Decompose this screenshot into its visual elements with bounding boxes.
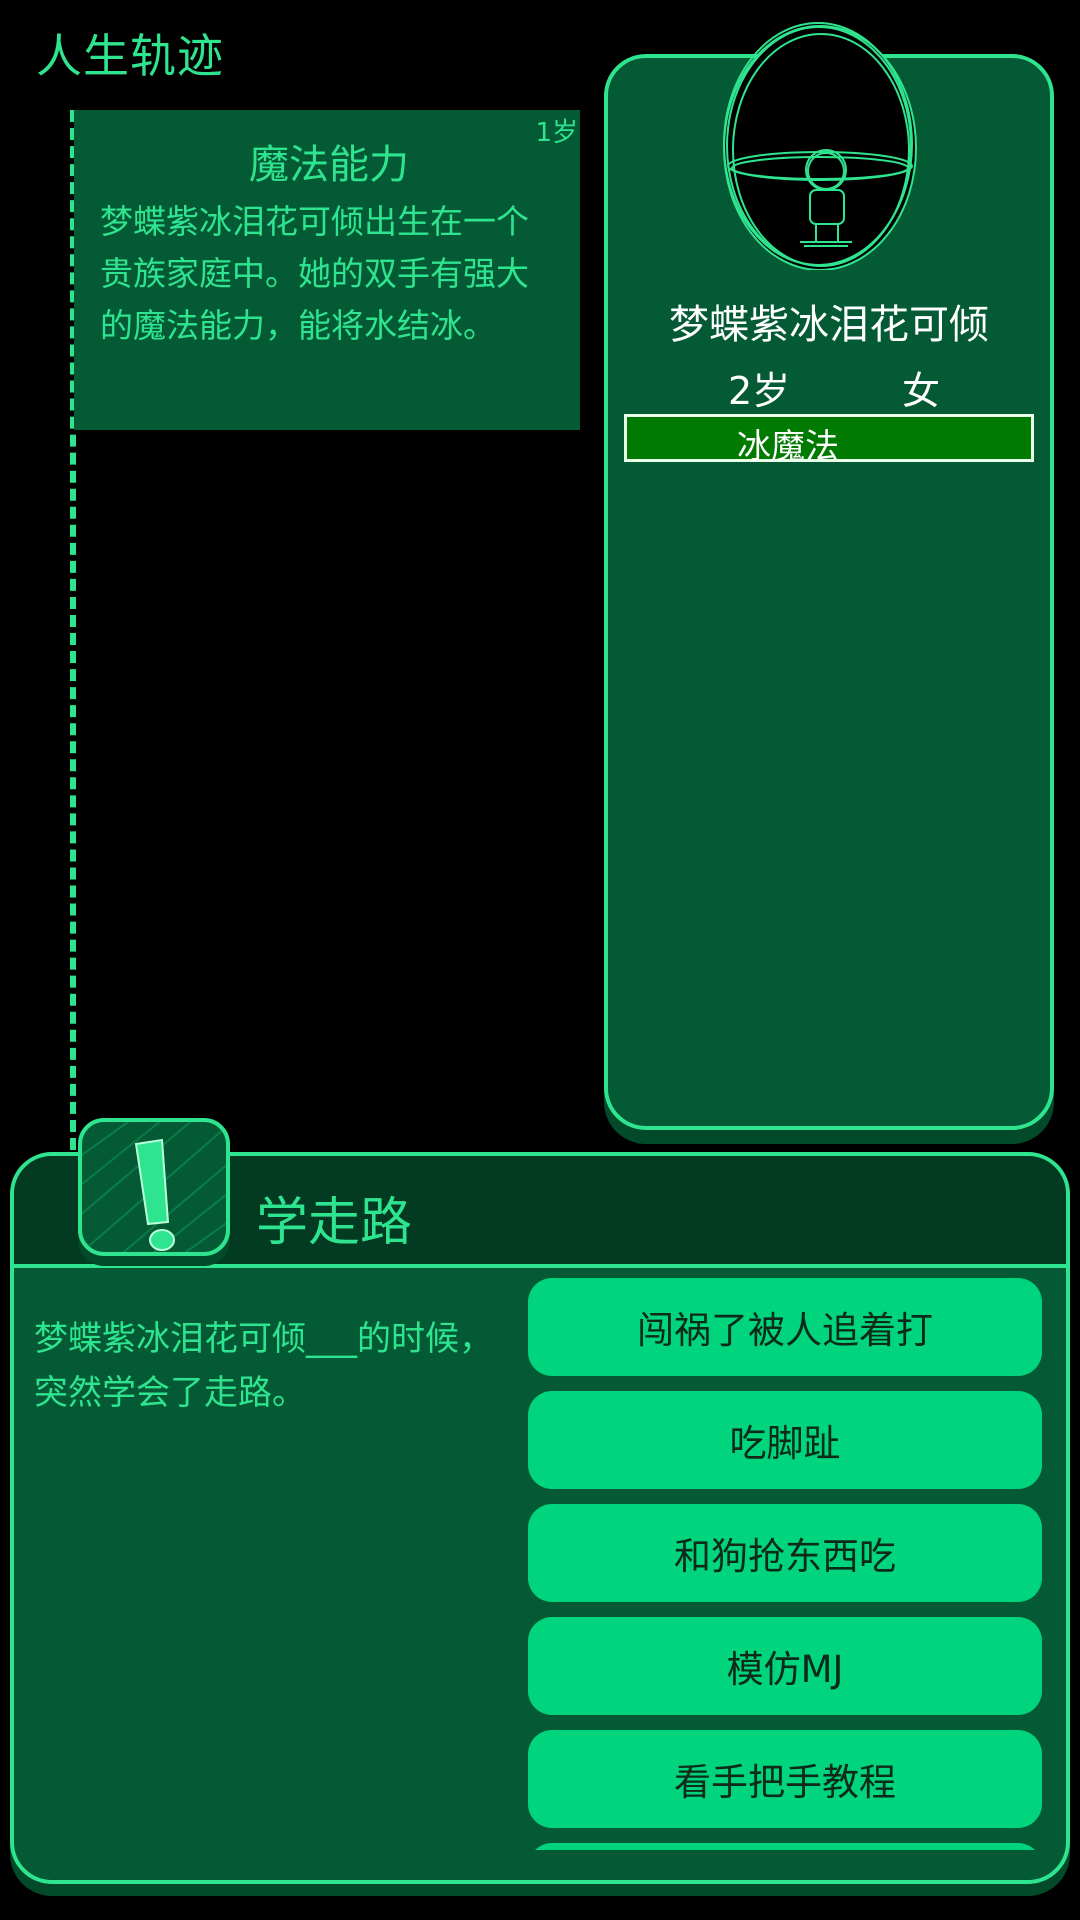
character-age: 2岁 (728, 369, 791, 413)
character-name: 梦蝶紫冰泪花可倾 (669, 302, 989, 348)
event-name: 学走路 (256, 1193, 413, 1253)
choice-button[interactable]: 看手把手教程 (528, 1730, 1042, 1828)
choice-button[interactable]: 吃脚趾 (528, 1391, 1042, 1489)
choice-button[interactable]: 模仿MJ (528, 1617, 1042, 1715)
choice-button-partial[interactable] (528, 1843, 1042, 1850)
event-age: 1岁 (535, 118, 578, 148)
trait-label: 冰魔法 (737, 427, 839, 467)
choice-list[interactable]: 闯祸了被人追着打 吃脚趾 和狗抢东西吃 模仿MJ 看手把手教程 (528, 1278, 1042, 1850)
character-egg-avatar-icon[interactable] (720, 10, 920, 270)
exclamation-icon (78, 1118, 230, 1256)
character-gender: 女 (902, 369, 941, 413)
choice-button[interactable]: 闯祸了被人追着打 (528, 1278, 1042, 1376)
timeline-event-card[interactable]: 1岁 魔法能力 梦蝶紫冰泪花可倾出生在一个贵族家庭中。她的双手有强大的魔法能力，… (74, 110, 580, 430)
choice-button[interactable]: 和狗抢东西吃 (528, 1504, 1042, 1602)
event-text: 梦蝶紫冰泪花可倾出生在一个贵族家庭中。她的双手有强大的魔法能力，能将水结冰。 (100, 202, 529, 345)
event-description: 梦蝶紫冰泪花可倾___的时候，突然学会了走路。 (34, 1319, 493, 1413)
trait-badge: 冰魔法 (624, 414, 1034, 467)
event-title: 魔法能力 (249, 142, 409, 188)
page-title: 人生轨迹 (36, 29, 224, 83)
